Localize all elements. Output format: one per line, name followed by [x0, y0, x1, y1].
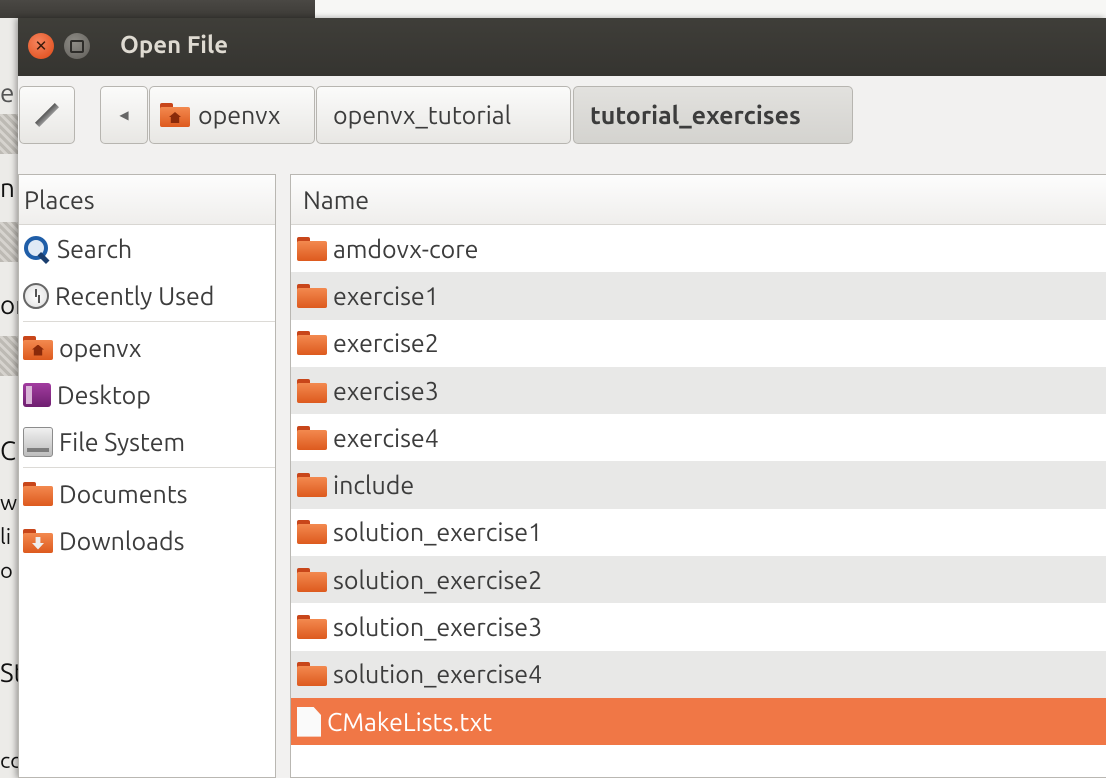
background-text: o: [0, 558, 13, 583]
folder-icon: [297, 378, 327, 403]
file-row[interactable]: exercise3: [291, 366, 1106, 415]
clock-icon: [23, 282, 49, 309]
background-text: C: [0, 436, 16, 465]
breadcrumb-label: openvx_tutorial: [333, 101, 512, 129]
background-stripe: [0, 336, 18, 376]
folder-icon: [23, 481, 53, 506]
folder-icon: [297, 662, 327, 687]
place-label: Recently Used: [55, 281, 215, 310]
background-stripe: [0, 222, 18, 262]
place-label: Desktop: [57, 380, 151, 409]
text-file-icon: [297, 706, 321, 737]
folder-icon: [297, 425, 327, 450]
folder-icon: [297, 473, 327, 498]
file-list: Name amdovx-core exercise1 exercise2 exe…: [290, 174, 1106, 778]
file-row[interactable]: exercise1: [291, 272, 1106, 320]
desktop-icon: [23, 382, 51, 407]
file-row[interactable]: exercise2: [291, 320, 1106, 367]
divider: [23, 321, 275, 322]
file-name: exercise3: [333, 376, 439, 405]
place-documents[interactable]: Documents: [19, 470, 275, 517]
background-text: w: [0, 490, 18, 515]
file-name: solution_exercise4: [333, 660, 543, 689]
breadcrumb-label: tutorial_exercises: [590, 101, 801, 129]
folder-icon: [297, 283, 327, 308]
breadcrumb-label: openvx: [198, 101, 281, 129]
breadcrumb-tutorial-exercises[interactable]: tutorial_exercises: [573, 86, 853, 144]
left-arrow-icon: ◀: [119, 109, 129, 122]
file-row[interactable]: exercise4: [291, 414, 1106, 461]
file-row[interactable]: solution_exercise3: [291, 603, 1106, 650]
place-downloads[interactable]: Downloads: [19, 517, 275, 564]
background-text: e: [0, 78, 15, 107]
place-recently-used[interactable]: Recently Used: [19, 272, 275, 319]
pencil-icon: [35, 103, 59, 127]
place-label: Documents: [59, 479, 188, 508]
downloads-folder-icon: [23, 528, 53, 553]
folder-icon: [297, 236, 327, 261]
file-name: exercise1: [333, 281, 439, 310]
file-row[interactable]: solution_exercise4: [291, 650, 1106, 698]
file-name: solution_exercise2: [333, 565, 543, 594]
close-button[interactable]: ✕: [28, 33, 54, 59]
background-stripe: [0, 114, 18, 154]
file-name: exercise2: [333, 329, 439, 358]
file-name: amdovx-core: [333, 234, 479, 263]
place-label: Search: [57, 234, 133, 263]
place-search[interactable]: Search: [19, 225, 275, 272]
file-name: solution_exercise3: [333, 613, 543, 642]
drive-icon: [23, 426, 53, 457]
breadcrumb-openvx[interactable]: openvx: [149, 86, 315, 144]
place-file-system[interactable]: File System: [19, 418, 275, 465]
background-text: or: [0, 290, 18, 319]
background-text: li: [0, 524, 12, 549]
home-folder-icon: [23, 335, 53, 360]
home-folder-icon: [160, 103, 190, 127]
file-name: exercise4: [333, 423, 439, 452]
place-openvx[interactable]: openvx: [19, 324, 275, 371]
folder-icon: [297, 331, 327, 356]
divider: [23, 467, 275, 468]
background-window-left-edge: e n or C w li o St cc: [0, 18, 18, 778]
places-header[interactable]: Places: [19, 175, 275, 225]
place-label: Downloads: [59, 526, 185, 555]
folder-icon: [297, 520, 327, 545]
place-label: openvx: [59, 333, 142, 362]
folder-icon: [297, 615, 327, 640]
close-icon: ✕: [34, 37, 48, 54]
path-back-button[interactable]: ◀: [100, 86, 148, 144]
file-name: include: [333, 471, 415, 500]
type-location-button[interactable]: [19, 86, 75, 144]
places-sidebar: Places Search Recently Used openvx Deskt…: [18, 174, 276, 778]
background-window-top: [315, 0, 1106, 18]
folder-icon: [297, 567, 327, 592]
background-text: n: [0, 173, 15, 202]
maximize-button[interactable]: [64, 33, 90, 59]
titlebar: ✕ Open File: [18, 18, 1106, 76]
file-row-selected[interactable]: CMakeLists.txt: [291, 697, 1106, 746]
dialog-title: Open File: [120, 31, 229, 58]
background-text: St: [0, 658, 18, 687]
file-row[interactable]: amdovx-core: [291, 225, 1106, 272]
search-icon: [23, 235, 51, 264]
file-name: CMakeLists.txt: [327, 707, 493, 736]
file-row[interactable]: include: [291, 461, 1106, 509]
maximize-icon: [70, 39, 84, 53]
background-text: cc: [0, 748, 18, 773]
file-row[interactable]: solution_exercise1: [291, 509, 1106, 556]
place-label: File System: [59, 427, 186, 456]
file-row[interactable]: solution_exercise2: [291, 556, 1106, 604]
file-name: solution_exercise1: [333, 518, 543, 547]
breadcrumb-openvx-tutorial[interactable]: openvx_tutorial: [316, 86, 571, 144]
place-desktop[interactable]: Desktop: [19, 371, 275, 418]
column-header-name[interactable]: Name: [291, 175, 1106, 225]
